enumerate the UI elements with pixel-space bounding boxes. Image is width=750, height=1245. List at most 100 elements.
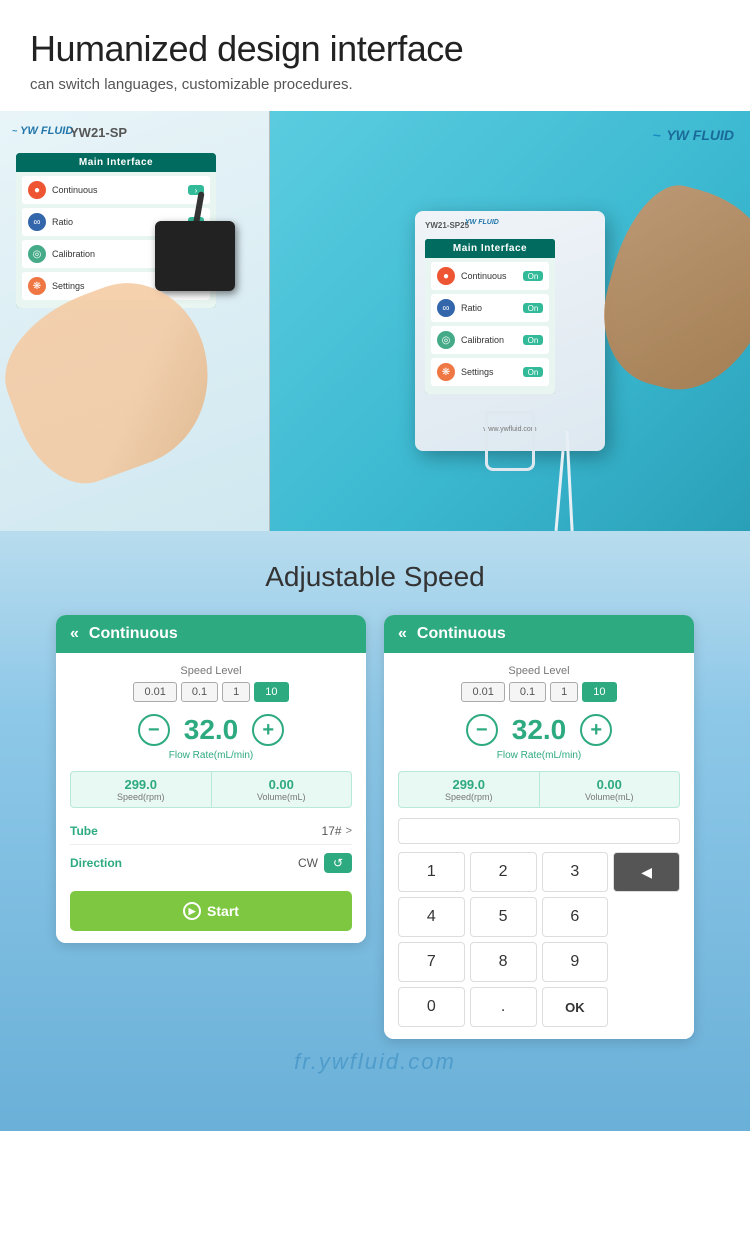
bottom-section: Adjustable Speed « Continuous Speed Leve…: [0, 531, 750, 1131]
key-9[interactable]: 9: [542, 942, 609, 982]
photo-right: YW FLUID YW21-SP25 YW FLUID Main Interfa…: [270, 111, 750, 531]
speed-btn-r-10[interactable]: 10: [582, 682, 616, 702]
speed-btn-10[interactable]: 10: [254, 682, 288, 702]
flow-value-left: 32.0: [184, 714, 239, 746]
page-subtitle: can switch languages, customizable proce…: [30, 76, 720, 93]
model-left: YW21-SP: [70, 125, 127, 140]
flow-minus-left[interactable]: −: [138, 714, 170, 746]
start-button-left[interactable]: ▶ Start: [70, 891, 352, 931]
menu-icon-r-blue: ∞: [437, 299, 455, 317]
key-dot[interactable]: .: [470, 987, 537, 1027]
flow-unit-right: Flow Rate(mL/min): [398, 750, 680, 761]
key-0[interactable]: 0: [398, 987, 465, 1027]
screen-body-right: ● Continuous On ∞ Ratio On ◎ Calibration…: [425, 258, 555, 394]
menu-item-r-ratio[interactable]: ∞ Ratio On: [431, 294, 549, 322]
flow-control-right: − 32.0 +: [398, 714, 680, 746]
device-box-right: YW21-SP25 YW FLUID Main Interface ● Cont…: [415, 211, 605, 451]
key-ok[interactable]: OK: [542, 987, 609, 1027]
device-left: ~ YW FLUID YW21-SP Main Interface ● Cont…: [0, 111, 270, 531]
speed-btn-r-001[interactable]: 0.01: [461, 682, 504, 702]
speed-btn-01[interactable]: 0.1: [181, 682, 218, 702]
key-8[interactable]: 8: [470, 942, 537, 982]
flow-minus-right[interactable]: −: [466, 714, 498, 746]
key-backspace[interactable]: ◀: [613, 852, 680, 892]
key-6[interactable]: 6: [542, 897, 609, 937]
key-2[interactable]: 2: [470, 852, 537, 892]
dir-btn-left[interactable]: ↺: [324, 853, 352, 873]
flow-value-right: 32.0: [512, 714, 567, 746]
speed-buttons-right: 0.01 0.1 1 10: [398, 682, 680, 702]
tube-arrow-left[interactable]: >: [346, 825, 352, 837]
panel-left-title: Continuous: [89, 625, 178, 643]
speed-btn-001[interactable]: 0.01: [133, 682, 176, 702]
screen-right: Main Interface ● Continuous On ∞ Ratio O…: [425, 239, 555, 394]
panel-right: « Continuous Speed Level 0.01 0.1 1 10 −…: [384, 615, 694, 1039]
menu-icon-r-green: ◎: [437, 331, 455, 349]
top-section: Humanized design interface can switch la…: [0, 0, 750, 111]
bottom-title: Adjustable Speed: [20, 561, 730, 593]
menu-arrow-r-ratio: On: [523, 303, 543, 313]
tube-value-left: 17# >: [322, 824, 352, 838]
menu-label-r-continuous: Continuous: [461, 271, 517, 281]
speed-btn-r-01[interactable]: 0.1: [509, 682, 546, 702]
menu-item-r-calibration[interactable]: ◎ Calibration On: [431, 326, 549, 354]
yw-top: YW FLUID: [465, 219, 499, 226]
menu-label-continuous: Continuous: [52, 185, 182, 195]
key-4[interactable]: 4: [398, 897, 465, 937]
dir-row-left: Direction CW ↺: [70, 845, 352, 881]
speed-btn-1[interactable]: 1: [222, 682, 250, 702]
back-arrow-left[interactable]: «: [70, 625, 79, 643]
speed-btn-r-1[interactable]: 1: [550, 682, 578, 702]
start-icon-left: ▶: [183, 902, 201, 920]
menu-item-continuous[interactable]: ● Continuous ›: [22, 176, 210, 204]
flow-plus-left[interactable]: +: [252, 714, 284, 746]
cable-right-1: [555, 451, 565, 531]
stat-volume-right: 0.00 Volume(mL): [540, 772, 680, 807]
screen-header-right: Main Interface: [425, 239, 555, 258]
menu-label-r-ratio: Ratio: [461, 303, 517, 313]
tube-label-left: Tube: [70, 824, 98, 838]
speed-buttons-left: 0.01 0.1 1 10: [70, 682, 352, 702]
numpad-input-display: [398, 818, 680, 844]
dir-label-left: Direction: [70, 856, 122, 870]
menu-icon-red: ●: [28, 181, 46, 199]
panel-right-title: Continuous: [417, 625, 506, 643]
key-7[interactable]: 7: [398, 942, 465, 982]
panel-right-header: « Continuous: [384, 615, 694, 653]
menu-arrow-r-calibration: On: [523, 335, 543, 345]
flow-plus-right[interactable]: +: [580, 714, 612, 746]
stat-speed-right: 299.0 Speed(rpm): [399, 772, 540, 807]
brand-right: YW FLUID: [653, 127, 734, 143]
back-arrow-right[interactable]: «: [398, 625, 407, 643]
stat-speed-value-right: 299.0: [407, 777, 531, 792]
menu-icon-blue: ∞: [28, 213, 46, 231]
speed-level-label-right: Speed Level: [398, 665, 680, 677]
stats-row-right: 299.0 Speed(rpm) 0.00 Volume(mL): [398, 771, 680, 808]
dir-value-left: CW ↺: [298, 853, 352, 873]
menu-icon-green: ◎: [28, 245, 46, 263]
menu-icon-r-orange: ❋: [437, 363, 455, 381]
speed-level-label-left: Speed Level: [70, 665, 352, 677]
screen-header-left: Main Interface: [16, 153, 216, 172]
menu-icon-r-red: ●: [437, 267, 455, 285]
menu-item-r-settings[interactable]: ❋ Settings On: [431, 358, 549, 386]
panels-container: « Continuous Speed Level 0.01 0.1 1 10 −…: [20, 615, 730, 1039]
stat-speed-label-right: Speed(rpm): [407, 792, 531, 802]
panel-left-header: « Continuous: [56, 615, 366, 653]
photo-section: ~ YW FLUID YW21-SP Main Interface ● Cont…: [0, 111, 750, 531]
numpad-grid: 1 2 3 ◀ 4 5 6 7 8 9 0 . OK: [398, 852, 680, 1027]
hand-right: [587, 174, 750, 409]
stat-speed-label-left: Speed(rpm): [79, 792, 203, 802]
black-device: [155, 221, 235, 291]
menu-icon-orange: ❋: [28, 277, 46, 295]
menu-label-r-calibration: Calibration: [461, 335, 517, 345]
menu-item-r-continuous[interactable]: ● Continuous On: [431, 262, 549, 290]
key-1[interactable]: 1: [398, 852, 465, 892]
stat-volume-value-left: 0.00: [220, 777, 344, 792]
stat-volume-left: 0.00 Volume(mL): [212, 772, 352, 807]
key-5[interactable]: 5: [470, 897, 537, 937]
flow-unit-left: Flow Rate(mL/min): [70, 750, 352, 761]
panel-left: « Continuous Speed Level 0.01 0.1 1 10 −…: [56, 615, 366, 943]
key-3[interactable]: 3: [542, 852, 609, 892]
stat-volume-label-right: Volume(mL): [548, 792, 672, 802]
